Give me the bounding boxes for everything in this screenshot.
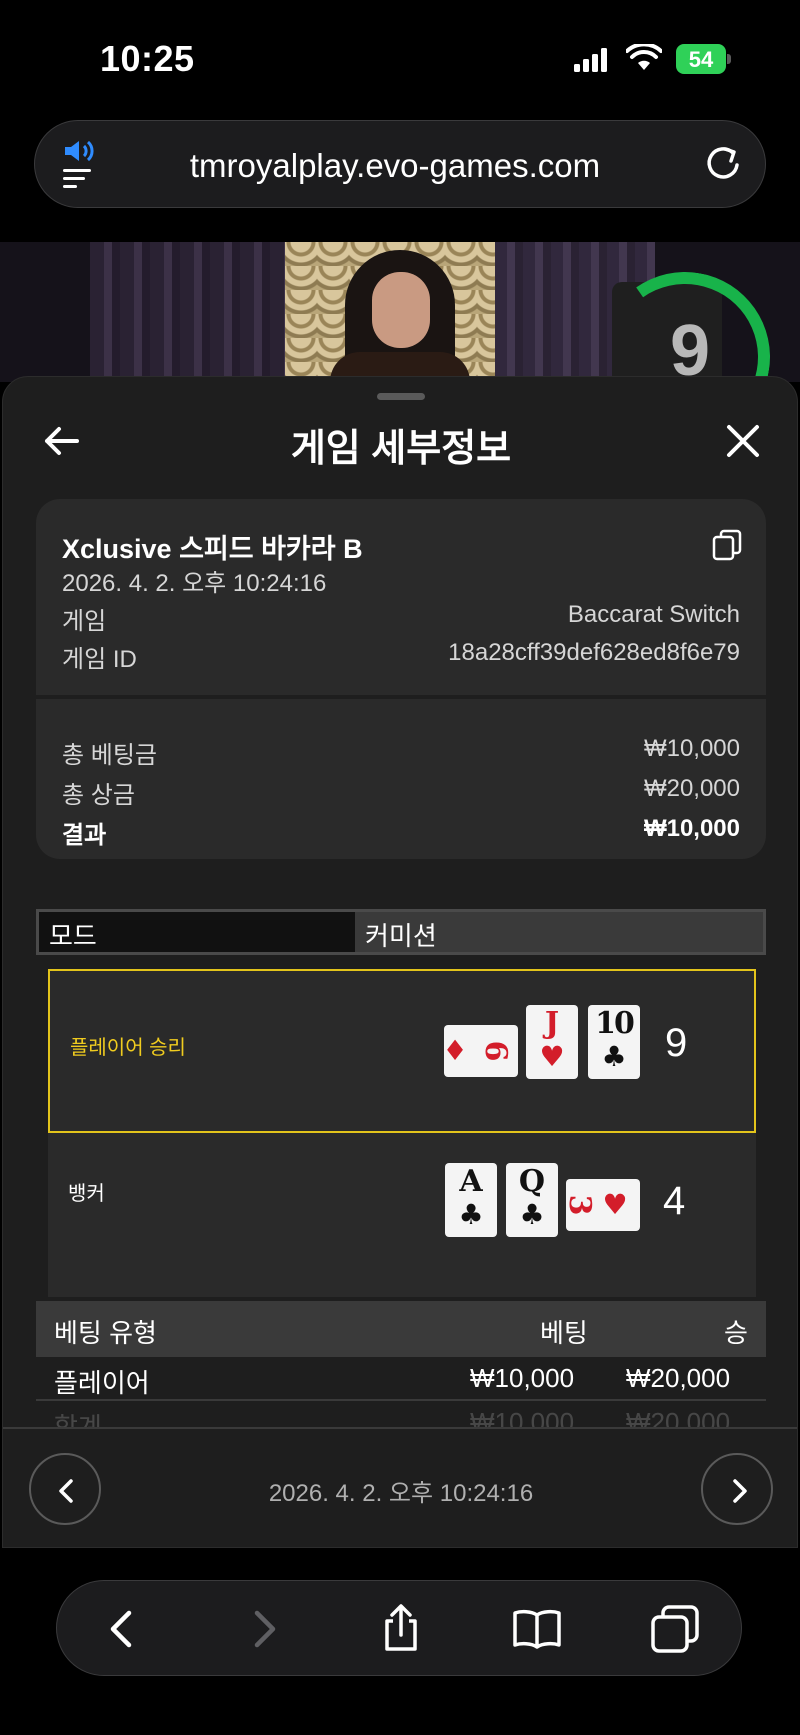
playing-card: 3 ♥ <box>562 1179 640 1231</box>
mode-label-cell: 모드 <box>39 912 355 952</box>
card-rank: J <box>544 1006 560 1041</box>
playing-card: 10 ♣ <box>588 1005 640 1079</box>
speaker-icon[interactable] <box>61 139 101 189</box>
card-suit: ♦ <box>442 1034 468 1067</box>
mode-value-cell: 커미션 <box>355 912 763 952</box>
bets-table-header: 베팅 유형 베팅 승 <box>36 1301 766 1357</box>
playing-card: ♦ 6 <box>442 1025 518 1077</box>
browser-address-bar[interactable]: tmroyalplay.evo-games.com <box>34 120 766 208</box>
detail-label: 게임 <box>62 608 107 635</box>
game-timestamp: 2026. 4. 2. 오후 10:24:16 <box>62 570 327 597</box>
banker-hand-label: 뱅커 <box>68 1183 105 1205</box>
game-summary-card: Xclusive 스피드 바카라 B 2026. 4. 2. 오후 10:24:… <box>36 499 766 859</box>
card-suit: ♥ <box>539 1040 565 1073</box>
live-video-stream: 9 <box>0 242 800 382</box>
detail-value: Baccarat Switch <box>567 601 740 628</box>
bet-type-header: 베팅 유형 <box>54 1318 157 1348</box>
browser-back-icon[interactable] <box>97 1603 149 1655</box>
detail-value: 18a28cff39def628ed8f6e79 <box>448 639 740 666</box>
total-bet-value: ₩10,000 <box>643 735 740 762</box>
share-icon[interactable] <box>375 1603 427 1655</box>
detail-label: 게임 ID <box>62 646 137 673</box>
card-suit: ♣ <box>601 1040 627 1073</box>
bet-amount-header: 베팅 <box>540 1318 588 1348</box>
total-bet-label: 총 베팅금 <box>62 742 157 769</box>
player-hand-label: 플레이어 승리 <box>70 1037 186 1059</box>
player-score: 9 <box>665 1021 688 1065</box>
card-rank: A <box>459 1164 483 1199</box>
playing-card: J ♥ <box>526 1005 578 1079</box>
card-rank: 6 <box>478 1040 513 1062</box>
browser-forward-icon[interactable] <box>237 1603 289 1655</box>
sheet-title: 게임 세부정보 <box>290 428 512 470</box>
card-suit: ♥ <box>602 1188 628 1221</box>
round-navigation: 2026. 4. 2. 오후 10:24:16 <box>3 1427 797 1547</box>
player-hand: 플레이어 승리 ♦ 6 J ♥ 10 ♣ 9 <box>48 969 756 1133</box>
reload-icon[interactable] <box>703 143 743 183</box>
playing-card: Q ♣ <box>506 1163 558 1237</box>
card-rank: Q <box>518 1164 546 1199</box>
next-round-button[interactable] <box>701 1453 773 1525</box>
card-rank: 10 <box>595 1006 635 1041</box>
game-details-sheet: 게임 세부정보 Xclusive 스피드 바카라 B 2026. 4. 2. 오… <box>2 376 798 1548</box>
bookmarks-icon[interactable] <box>511 1603 563 1655</box>
banker-score: 4 <box>663 1179 686 1223</box>
chevron-right-icon <box>733 1479 747 1503</box>
status-time: 10:25 <box>100 38 195 79</box>
round-date: 2026. 4. 2. 오후 10:24:16 <box>268 1480 534 1507</box>
win-amount-header: 승 <box>724 1318 748 1348</box>
sheet-grabber[interactable] <box>377 393 425 400</box>
close-icon[interactable] <box>723 421 763 461</box>
cellular-signal-icon <box>574 48 607 72</box>
mode-label: 모드 <box>49 921 97 951</box>
result-label: 결과 <box>62 822 107 849</box>
table-row: 플레이어 ₩10,000 ₩20,000 <box>36 1357 766 1401</box>
game-title: Xclusive 스피드 바카라 B <box>62 534 363 564</box>
card-divider <box>36 695 766 699</box>
playing-card: A ♣ <box>445 1163 497 1237</box>
mode-value: 커미션 <box>365 921 437 951</box>
bet-amount: ₩10,000 <box>470 1363 575 1393</box>
battery-indicator: 54 <box>676 44 732 74</box>
url-text[interactable]: tmroyalplay.evo-games.com <box>155 147 635 185</box>
tabs-icon[interactable] <box>649 1603 701 1655</box>
battery-percent: 54 <box>688 47 714 72</box>
total-win-value: ₩20,000 <box>643 775 740 802</box>
copy-icon[interactable] <box>712 529 742 561</box>
browser-toolbar <box>56 1580 742 1676</box>
card-suit: ♣ <box>458 1198 484 1231</box>
countdown-number: 9 <box>670 311 711 382</box>
banker-hand: 뱅커 A ♣ Q ♣ 3 ♥ 4 <box>48 1133 756 1297</box>
win-amount: ₩20,000 <box>626 1363 731 1393</box>
wifi-icon <box>626 44 662 70</box>
result-value: ₩10,000 <box>643 815 740 842</box>
card-suit: ♣ <box>519 1198 545 1231</box>
mode-bar: 모드 커미션 <box>36 909 766 955</box>
total-win-label: 총 상금 <box>62 782 135 809</box>
status-bar: 10:25 54 <box>0 0 800 110</box>
bet-type: 플레이어 <box>54 1368 150 1398</box>
